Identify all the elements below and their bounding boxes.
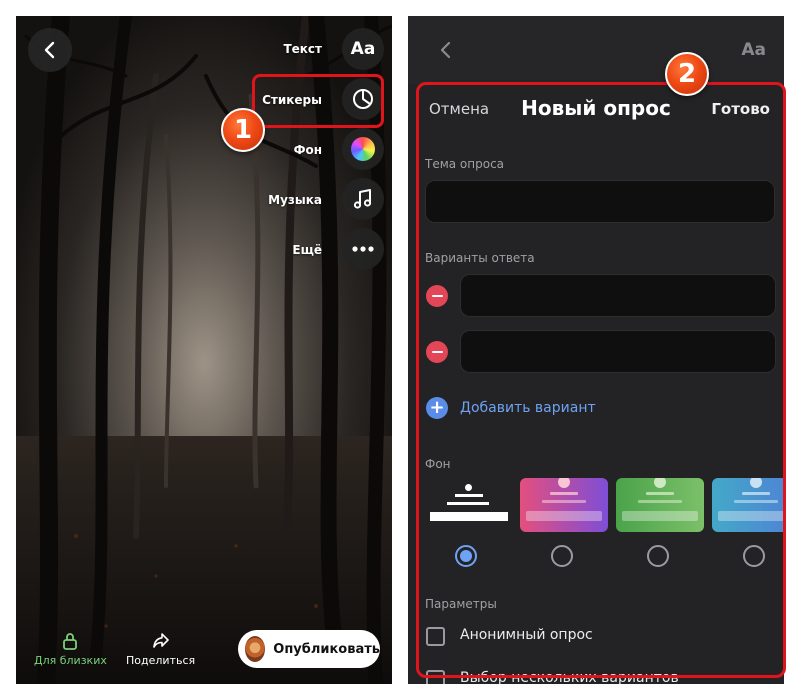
tool-background-label: Фон — [293, 143, 322, 157]
tool-more-button[interactable] — [342, 228, 384, 270]
tool-more-label: Ещё — [292, 243, 322, 257]
text-format-icon[interactable]: Aa — [741, 40, 766, 60]
lock-icon — [63, 633, 78, 650]
tool-text-label: Текст — [283, 42, 322, 56]
step-badge-2: 2 — [665, 52, 709, 96]
share-button[interactable]: Поделиться — [126, 632, 195, 667]
chevron-left-icon — [44, 41, 55, 59]
text-format-icon: Aa — [350, 39, 376, 59]
chevron-left-icon[interactable] — [436, 40, 456, 60]
back-button[interactable] — [28, 28, 72, 72]
music-note-icon — [353, 189, 372, 209]
tool-music-label: Музыка — [268, 193, 322, 207]
bottom-bar: Для близких Поделиться Опубликовать — [16, 614, 392, 684]
step-badge-1: 1 — [221, 108, 265, 152]
tool-music-button[interactable] — [342, 178, 384, 220]
tool-text-button[interactable]: Aa — [342, 28, 384, 70]
publish-label: Опубликовать — [273, 641, 380, 657]
share-arrow-icon — [152, 633, 169, 648]
color-wheel-icon — [351, 137, 375, 161]
publish-button[interactable]: Опубликовать — [238, 630, 380, 668]
poll-form-highlight-frame — [416, 82, 786, 678]
close-friends-button[interactable]: Для близких — [34, 632, 107, 667]
stickers-highlight-frame — [252, 74, 384, 128]
tool-background-button[interactable] — [342, 128, 384, 170]
share-label: Поделиться — [126, 654, 196, 667]
dimmed-top-bar: Aa — [408, 16, 784, 84]
avatar — [245, 636, 266, 662]
more-dots-icon — [352, 246, 374, 252]
close-friends-label: Для близких — [34, 654, 107, 667]
